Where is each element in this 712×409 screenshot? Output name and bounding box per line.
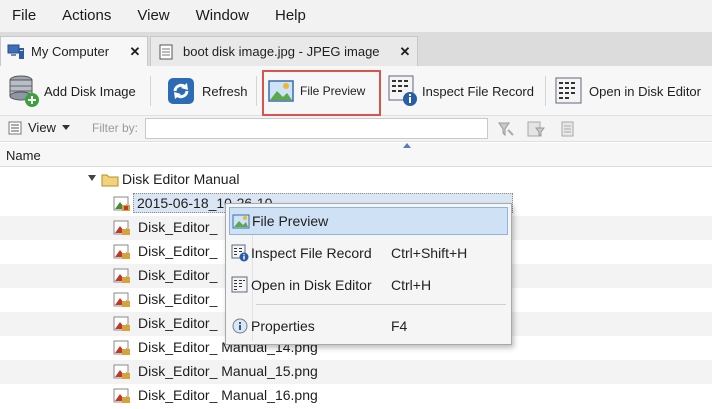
close-icon[interactable]: ✕: [393, 44, 417, 60]
context-menu-label: Inspect File Record: [251, 245, 372, 261]
open-in-disk-editor-button[interactable]: Open in Disk Editor: [555, 72, 701, 110]
filter-clear-icon[interactable]: [560, 120, 576, 138]
toolbar-divider: [256, 76, 257, 106]
context-menu-shortcut: Ctrl+Shift+H: [391, 245, 468, 261]
filter-label: Filter by:: [92, 121, 139, 135]
context-menu: File Preview Inspect File Record Ctrl+Sh…: [225, 203, 512, 345]
close-icon[interactable]: ✕: [123, 44, 147, 60]
menu-file[interactable]: File: [0, 0, 49, 32]
filter-options-icon[interactable]: [526, 120, 546, 138]
filter-apply-icon[interactable]: [497, 120, 515, 138]
file-label: Disk_Editor_: [138, 267, 218, 283]
tab-my-computer[interactable]: My Computer ✕: [0, 36, 148, 66]
menu-window[interactable]: Window: [183, 0, 262, 32]
tab-jpeg-image[interactable]: boot disk image.jpg - JPEG image ✕: [150, 36, 418, 66]
add-disk-image-label: Add Disk Image: [44, 83, 136, 99]
toolbar-divider: [545, 76, 546, 106]
image-file-icon: [159, 44, 173, 60]
menu-view[interactable]: View: [124, 0, 182, 32]
list-item[interactable]: Disk_Editor_ Manual_15.png: [0, 360, 712, 384]
menu-divider: [256, 304, 506, 305]
file-preview-highlight: [262, 70, 381, 116]
file-label: Disk_Editor_ Manual_16.png: [138, 387, 318, 403]
tab-label: boot disk image.jpg - JPEG image: [183, 44, 380, 59]
info-icon: [229, 318, 251, 334]
disk-add-icon: [8, 74, 40, 108]
refresh-label: Refresh: [202, 83, 248, 99]
toolbar-divider: [150, 76, 151, 106]
add-disk-image-button[interactable]: Add Disk Image: [8, 72, 136, 110]
file-label: Disk_Editor_: [138, 243, 218, 259]
file-label: Disk_Editor_: [138, 219, 218, 235]
view-dropdown[interactable]: View: [8, 120, 70, 135]
list-item[interactable]: Disk_Editor_ Manual_16.png: [0, 384, 712, 408]
chevron-down-icon: [61, 125, 70, 130]
view-label: View: [28, 120, 56, 135]
folder-row[interactable]: Disk Editor Manual: [0, 168, 712, 192]
context-menu-properties[interactable]: Properties F4: [229, 312, 508, 340]
filter-input[interactable]: [145, 118, 488, 139]
folder-label: Disk Editor Manual: [122, 171, 240, 187]
file-label: Disk_Editor_: [138, 291, 218, 307]
inspect-record-icon: [229, 244, 251, 262]
context-menu-shortcut: F4: [391, 318, 408, 334]
inspect-file-record-label: Inspect File Record: [422, 83, 534, 99]
inspect-file-record-button[interactable]: Inspect File Record: [388, 72, 534, 110]
inspect-record-icon: [388, 75, 418, 107]
open-in-disk-editor-label: Open in Disk Editor: [589, 83, 701, 99]
file-label: Disk_Editor_: [138, 315, 218, 331]
context-menu-shortcut: Ctrl+H: [391, 277, 432, 293]
image-file-icon: [113, 316, 131, 332]
context-menu-inspect-file-record[interactable]: Inspect File Record Ctrl+Shift+H: [229, 239, 508, 267]
view-list-icon: [8, 121, 22, 135]
image-file-icon: [113, 292, 131, 308]
refresh-icon: [166, 76, 196, 106]
menu-actions[interactable]: Actions: [49, 0, 124, 32]
column-header[interactable]: Name: [0, 143, 712, 167]
context-menu-label: File Preview: [252, 213, 329, 229]
context-menu-open-in-disk-editor[interactable]: Open in Disk Editor Ctrl+H: [229, 271, 508, 299]
image-file-icon: [113, 220, 131, 236]
filter-bar: View Filter by:: [0, 116, 712, 142]
file-label: Disk_Editor_ Manual_15.png: [138, 363, 318, 379]
folder-icon: [101, 172, 119, 187]
image-file-icon: [113, 388, 131, 404]
image-file-icon: [113, 196, 131, 212]
sort-ascending-icon: [403, 143, 411, 148]
image-file-icon: [113, 364, 131, 380]
computer-icon: [7, 44, 25, 60]
image-file-icon: [113, 340, 131, 356]
image-file-icon: [113, 244, 131, 260]
tab-bar: My Computer ✕ boot disk image.jpg - JPEG…: [0, 32, 712, 66]
menu-help[interactable]: Help: [262, 0, 319, 32]
context-menu-file-preview[interactable]: File Preview: [229, 207, 508, 235]
image-preview-icon: [230, 214, 252, 229]
name-column-label: Name: [6, 148, 41, 163]
context-menu-label: Properties: [251, 318, 315, 334]
menu-bar: File Actions View Window Help: [0, 0, 712, 32]
refresh-button[interactable]: Refresh: [166, 72, 248, 110]
tab-label: My Computer: [31, 44, 110, 59]
collapse-arrow-icon[interactable]: [88, 175, 96, 181]
disk-editor-icon: [555, 77, 583, 105]
context-menu-label: Open in Disk Editor: [251, 277, 372, 293]
disk-editor-icon: [229, 276, 251, 294]
image-file-icon: [113, 268, 131, 284]
